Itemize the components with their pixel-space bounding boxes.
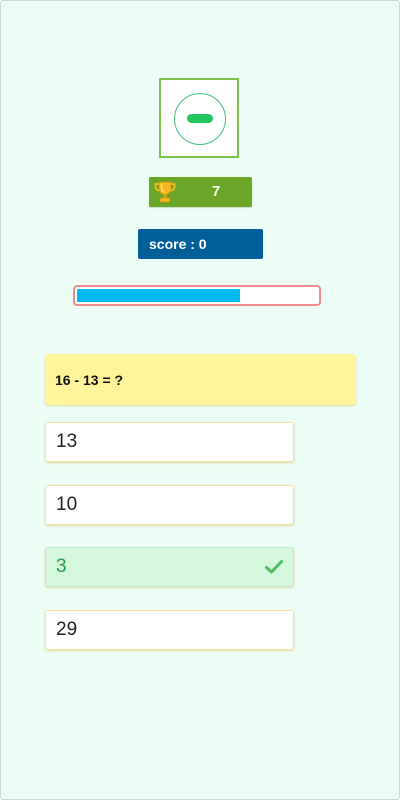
minus-icon-bar — [187, 114, 213, 123]
check-icon — [265, 560, 283, 574]
trophy-badge: 7 — [149, 177, 252, 207]
score-badge: score : 0 — [138, 229, 263, 259]
quiz-screen: 7 score : 0 16 - 13 = ? 13 10 3 29 — [0, 0, 400, 800]
answer-label: 29 — [56, 619, 78, 640]
progress-bar — [73, 285, 321, 306]
answer-option[interactable]: 10 — [45, 485, 294, 525]
answer-label: 10 — [56, 494, 78, 515]
minus-icon — [174, 93, 226, 145]
trophy-count: 7 — [211, 183, 221, 200]
answer-option[interactable]: 13 — [45, 422, 294, 462]
answer-option-correct[interactable]: 3 — [45, 547, 294, 587]
operation-card — [159, 78, 239, 158]
progress-bar-fill — [77, 289, 241, 302]
answer-label: 13 — [56, 431, 78, 452]
answer-option[interactable]: 29 — [45, 610, 294, 650]
trophy-icon — [154, 181, 176, 203]
answer-label: 3 — [56, 556, 67, 577]
question-text: 16 - 13 = ? — [45, 354, 356, 405]
